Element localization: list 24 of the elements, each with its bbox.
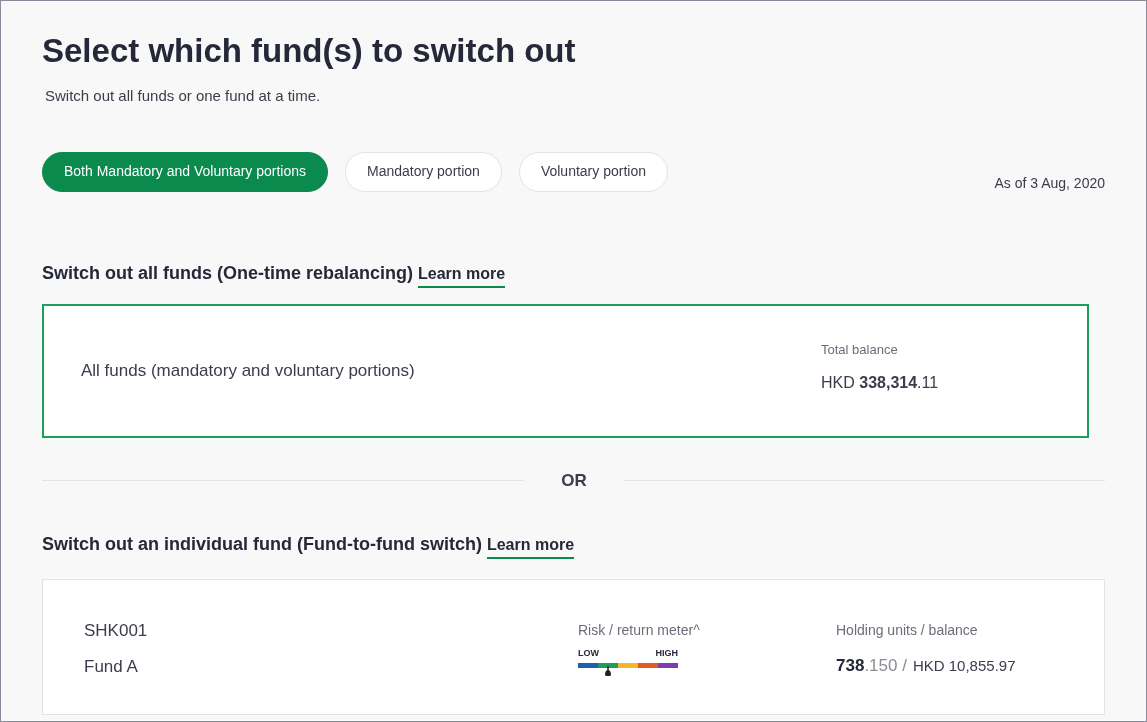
or-divider-label: OR xyxy=(560,469,588,492)
risk-high-label: HIGH xyxy=(655,647,678,660)
all-funds-card[interactable]: All funds (mandatory and voluntary portions) Total balance HKD 338,314.11 xyxy=(42,303,1089,438)
portion-tab[interactable]: Both Mandatory and Voluntary portions xyxy=(42,151,329,192)
fund-code: SHK001 xyxy=(84,620,149,642)
risk-meter-label: Risk / return meter^ xyxy=(578,621,701,640)
holding-label: Holding units / balance xyxy=(836,621,979,640)
learn-more-link[interactable]: Learn more xyxy=(418,261,506,288)
total-balance: HKD 338,314.11 xyxy=(821,373,939,394)
risk-low-label: LOW xyxy=(578,647,599,660)
section-heading: Switch out all funds (One-time rebalancing) xyxy=(42,261,414,285)
section-heading: Switch out an individual fund (Fund-to-fund switch) xyxy=(42,533,482,556)
page-title: Select which fund(s) to switch out xyxy=(42,31,576,71)
holding-units: 738.150 / xyxy=(836,655,907,677)
holding-balance: HKD 10,855.97 xyxy=(912,656,1016,676)
card-label: All funds (mandatory and voluntary portions) xyxy=(81,359,416,382)
as-of-date: As of 3 Aug, 2020 xyxy=(994,173,1105,193)
learn-more-link[interactable]: Learn more xyxy=(486,533,575,559)
fund-name: Fund A xyxy=(84,655,139,678)
fund-card[interactable]: SHK001 Fund A Risk / return meter^ LOW HIGH Holding units / balance 738.150 / HKD 10,855.97 xyxy=(42,579,1105,715)
portion-tab[interactable]: Voluntary portion xyxy=(518,151,668,192)
portion-tab[interactable]: Mandatory portion xyxy=(345,151,502,192)
balance-label: Total balance xyxy=(821,340,899,359)
page-subtitle: Switch out all funds or one fund at a time. xyxy=(45,86,321,106)
